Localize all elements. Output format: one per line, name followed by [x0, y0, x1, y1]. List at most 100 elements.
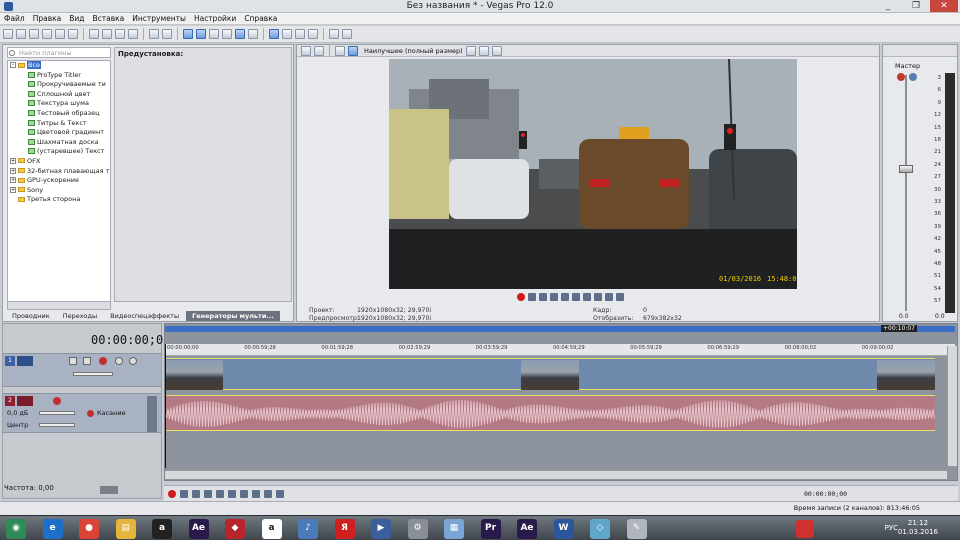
preview-quality-select[interactable]: Наилучшее (полный размер) [364, 47, 463, 55]
tree-item[interactable]: + OFX [8, 157, 110, 167]
taskbar-app-a-icon[interactable]: a [152, 519, 172, 539]
go-to-start-button[interactable] [240, 490, 248, 498]
play-icon[interactable] [550, 293, 558, 301]
taskbar-vegas-pro-icon[interactable]: ▶ [371, 519, 391, 539]
taskbar-tool-icon[interactable]: ◇ [590, 519, 610, 539]
tab-video-fx[interactable]: Видеоспецэффекты [104, 311, 185, 321]
arm-record-icon[interactable] [53, 397, 61, 405]
normal-edit-tool-icon[interactable] [269, 29, 279, 39]
automation-gear-icon[interactable] [87, 410, 94, 417]
selection-tool-icon[interactable] [295, 29, 305, 39]
audio-track-header[interactable]: 2 0,0 дБ Касание Центр [3, 393, 161, 433]
input-language[interactable]: РУС [885, 524, 898, 532]
taskbar-vegas-red-icon[interactable]: ◆ [225, 519, 245, 539]
tree-item[interactable]: Шахматная доска [8, 138, 110, 148]
tab-media-generators[interactable]: Генераторы мульти... [186, 311, 280, 321]
compositing-mode-icon[interactable] [99, 357, 107, 365]
taskbar-paint-icon[interactable]: ✎ [626, 519, 647, 539]
split-screen-icon[interactable] [335, 45, 345, 56]
tray-icons[interactable] [840, 524, 880, 534]
tree-item[interactable]: Тестовый образец [8, 109, 110, 119]
cut-icon[interactable] [89, 29, 99, 39]
ignore-grouping-icon[interactable] [235, 29, 245, 39]
tree-item[interactable]: Титры & Текст [8, 119, 110, 129]
preview-properties-icon[interactable] [301, 45, 311, 56]
save-icon[interactable] [29, 29, 39, 39]
taskbar-word-icon[interactable]: W [553, 519, 574, 539]
prev-frame-button[interactable] [264, 490, 272, 498]
loop-icon[interactable] [528, 293, 536, 301]
vertical-scrollbar[interactable] [947, 346, 957, 466]
level-slider[interactable] [73, 372, 113, 376]
taskbar-settings-icon[interactable]: ⚙ [407, 519, 428, 539]
lock-envelopes-icon[interactable] [222, 29, 232, 39]
pan-slider[interactable] [39, 423, 75, 427]
video-track-lane[interactable] [165, 358, 935, 390]
tree-item[interactable]: Текстура шума [8, 99, 110, 109]
menu-file[interactable]: Файл [4, 14, 25, 23]
zoom-tool-icon[interactable] [308, 29, 318, 39]
taskbar-after-effects-icon[interactable]: Ae [188, 519, 209, 539]
render-icon[interactable] [55, 29, 65, 39]
system-clock[interactable]: 21:12 01.03.2016 [898, 519, 938, 537]
taskbar-audio-icon[interactable]: ♪ [298, 519, 318, 539]
snap-icon[interactable] [183, 29, 193, 39]
tree-item[interactable]: - Все [8, 61, 110, 71]
notification-app-icon[interactable] [796, 520, 814, 538]
preview-quality-icon[interactable] [348, 45, 358, 56]
tree-item[interactable]: Прокручиваемые ти [8, 80, 110, 90]
menu-edit[interactable]: Правка [33, 14, 62, 23]
stop-button[interactable] [228, 490, 236, 498]
taskbar-ie-icon[interactable]: e [42, 519, 63, 539]
master-volume-fader[interactable] [899, 165, 913, 173]
redo-icon[interactable] [162, 29, 172, 39]
tree-item[interactable]: +32-битная плавающая т [8, 167, 110, 177]
expand-toggle-icon[interactable]: + [10, 177, 16, 184]
go-to-start-icon[interactable] [583, 293, 591, 301]
undo-icon[interactable] [149, 29, 159, 39]
solo-track-icon[interactable] [129, 357, 137, 365]
menu-insert[interactable]: Вставка [93, 14, 125, 23]
properties-icon[interactable] [68, 29, 78, 39]
taskbar-premiere-icon[interactable]: Pr [480, 519, 501, 539]
tree-item[interactable]: ProType Titler [8, 71, 110, 81]
tree-item[interactable]: Сплошной цвет [8, 90, 110, 100]
tree-item[interactable]: Цветовой градиент [8, 128, 110, 138]
menu-options[interactable]: Настройки [194, 14, 236, 23]
go-to-end-button[interactable] [252, 490, 260, 498]
envelope-tool-icon[interactable] [282, 29, 292, 39]
maximize-button[interactable]: ❐ [902, 0, 930, 12]
stop-icon[interactable] [572, 293, 580, 301]
tree-item[interactable]: + Sony [8, 186, 110, 196]
mute-track-icon[interactable] [115, 357, 123, 365]
prev-frame-icon[interactable] [605, 293, 613, 301]
tab-transitions[interactable]: Переходы [57, 311, 103, 321]
expand-toggle-icon[interactable]: + [10, 186, 16, 193]
track-fx-icon[interactable] [83, 357, 91, 365]
go-to-end-icon[interactable] [594, 293, 602, 301]
save-as-icon[interactable] [42, 29, 52, 39]
delete-icon[interactable] [128, 29, 138, 39]
timeline[interactable]: +00:10:07 00:00:00;00 00:00:59;28 00:01:59… [164, 323, 958, 481]
rate-slider[interactable] [100, 486, 118, 494]
taskbar-start-icon[interactable]: ◉ [6, 519, 26, 539]
tab-explorer[interactable]: Проводник [6, 311, 56, 321]
loop-playback-button[interactable] [180, 490, 188, 498]
plugin-search-input[interactable]: Найти плагины [7, 47, 111, 58]
taskbar-notepad-icon[interactable]: ▦ [444, 519, 464, 539]
taskbar-yandex-icon[interactable]: Я [334, 519, 355, 539]
new-project-icon[interactable] [3, 29, 13, 39]
paste-icon[interactable] [115, 29, 125, 39]
tree-item[interactable]: Третья сторона [8, 195, 110, 205]
pause-icon[interactable] [561, 293, 569, 301]
overlays-icon[interactable] [465, 45, 476, 56]
time-ruler[interactable]: 00:00:00;00 00:00:59;28 00:01:59;28 00:02:5… [165, 344, 955, 356]
tree-item[interactable]: (устаревшее) Текст [8, 147, 110, 157]
auto-ripple-icon[interactable] [248, 29, 258, 39]
expand-toggle-icon[interactable]: - [10, 62, 16, 68]
play-button[interactable] [204, 490, 212, 498]
menu-view[interactable]: Вид [69, 14, 84, 23]
record-icon[interactable] [517, 293, 525, 301]
close-button[interactable]: ✕ [930, 0, 958, 12]
menu-tools[interactable]: Инструменты [132, 14, 186, 23]
